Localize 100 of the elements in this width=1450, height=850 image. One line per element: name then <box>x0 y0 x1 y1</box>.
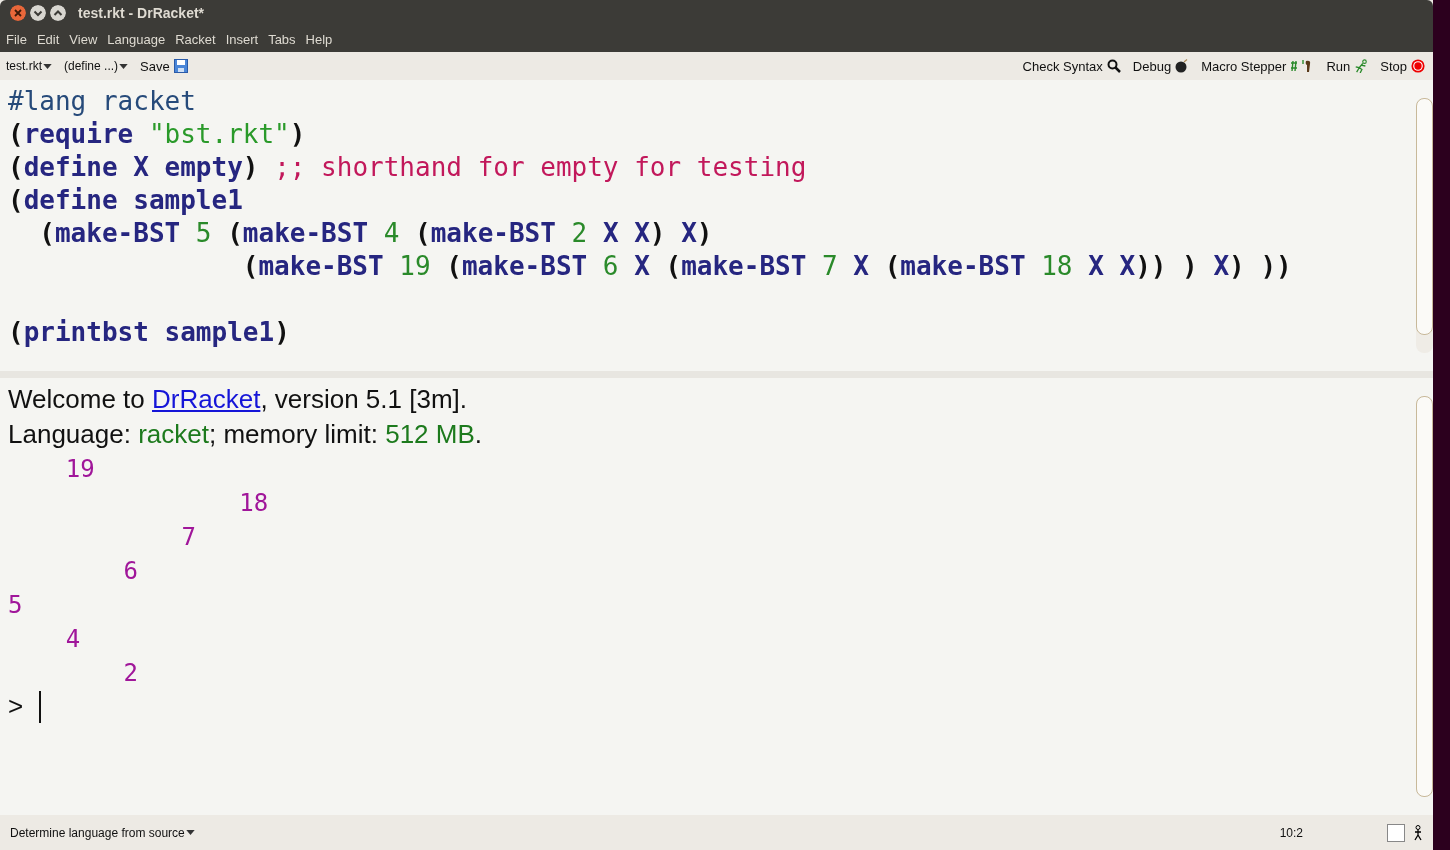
paren-text: ( <box>415 218 431 248</box>
paren-text: ( <box>38 218 55 248</box>
number-literal: 7 <box>822 251 839 281</box>
banner-text: . <box>474 419 483 449</box>
identifier: define <box>23 185 119 215</box>
identifier: empty <box>164 152 243 182</box>
minimize-icon[interactable] <box>30 5 46 21</box>
paren-text: ( <box>665 251 682 281</box>
scrollbar[interactable] <box>1416 396 1433 797</box>
prompt: > <box>8 690 24 723</box>
identifier: X <box>853 251 870 281</box>
caret-icon[interactable] <box>43 63 52 69</box>
language-dropdown[interactable]: Determine language from source <box>10 825 195 840</box>
stick-figure-icon <box>1413 824 1423 841</box>
menu-item[interactable]: Language <box>107 31 166 47</box>
number-literal: 4 <box>383 218 401 248</box>
paren-text: ) <box>649 218 667 248</box>
output-number: 5 <box>8 591 23 619</box>
identifier: sample1 <box>164 317 275 347</box>
identifier: printbst <box>23 317 150 347</box>
lang-line: #lang racket <box>8 86 196 116</box>
close-icon[interactable] <box>10 5 26 21</box>
banner-text: Welcome to <box>8 384 146 414</box>
identifier: sample1 <box>133 185 243 215</box>
output-number: 2 <box>122 659 139 687</box>
identifier: make-BST <box>900 251 1027 281</box>
number-literal: 2 <box>571 218 589 248</box>
paren-text: )) ) <box>1135 251 1199 281</box>
paren-text: ( <box>8 152 24 182</box>
identifier: X <box>133 152 150 182</box>
stop-button[interactable]: Stop <box>1380 58 1425 74</box>
paren-text: ( <box>8 185 24 215</box>
save-button[interactable]: Save <box>140 58 188 74</box>
string-literal: "bst.rkt" <box>148 119 290 149</box>
identifier: X <box>1119 251 1136 281</box>
menu-item[interactable]: Racket <box>175 31 216 47</box>
menu-item[interactable]: File <box>6 31 27 47</box>
paren-text: ( <box>446 251 462 281</box>
macro-stepper-button[interactable]: Macro Stepper <box>1201 58 1315 74</box>
output-number: 6 <box>122 557 139 585</box>
paren-text: ( <box>8 119 24 149</box>
number-literal: 18 <box>1041 251 1074 281</box>
output-number: 7 <box>180 523 196 551</box>
output-number: 18 <box>238 489 269 517</box>
debug-button[interactable]: Debug <box>1132 58 1190 74</box>
identifier: X <box>681 218 697 248</box>
identifier: require <box>23 119 135 149</box>
runner-icon[interactable] <box>1354 59 1369 73</box>
scrollbar[interactable] <box>1416 98 1433 353</box>
identifier: X <box>602 218 620 248</box>
paren-text: ) <box>242 152 260 182</box>
menu-item[interactable]: Help <box>305 31 333 47</box>
number-literal: 6 <box>602 251 620 281</box>
definitions-dropdown[interactable]: (define ...) <box>64 59 129 73</box>
window-title: test.rkt - DrRacket* <box>78 5 205 21</box>
code-comment: ;; shorthand for empty for testing <box>274 152 807 182</box>
identifier: make-BST <box>258 251 385 281</box>
run-button[interactable]: Run <box>1326 58 1369 74</box>
setting-value: racket <box>138 419 209 449</box>
identifier: X <box>634 218 650 248</box>
caret-icon[interactable] <box>119 63 129 69</box>
identifier: make-BST <box>461 251 589 281</box>
output-number: 19 <box>64 455 95 483</box>
menu-item[interactable]: Tabs <box>268 31 296 47</box>
setting-value: 512 MB <box>385 419 475 449</box>
paren-text: ) <box>274 317 290 347</box>
paren-text: ( <box>8 317 24 347</box>
paren-text: ( <box>227 218 243 248</box>
banner-text: ; memory limit: <box>208 419 379 449</box>
identifier: define <box>23 152 119 182</box>
banner-text: , version 5.1 [3m]. <box>260 384 468 414</box>
banner-text: Language: <box>8 419 132 449</box>
check-syntax-button[interactable]: Check Syntax <box>1022 58 1121 74</box>
cursor-position: 10:2 <box>1279 825 1303 840</box>
paren-text: ) )) <box>1229 251 1292 281</box>
identifier: make-BST <box>681 251 808 281</box>
identifier: make-BST <box>430 218 557 248</box>
menu-item[interactable]: Insert <box>225 31 259 47</box>
identifier: X <box>1088 251 1105 281</box>
number-literal: 5 <box>195 218 213 248</box>
paren-text: ( <box>884 251 901 281</box>
identifier: make-BST <box>54 218 182 248</box>
menu-item[interactable]: View <box>69 31 98 47</box>
output-number: 4 <box>64 625 81 653</box>
stop-icon[interactable] <box>1411 59 1425 73</box>
identifier: make-BST <box>242 218 370 248</box>
maximize-icon[interactable] <box>50 5 66 21</box>
identifier: X <box>1213 251 1230 281</box>
status-indicator <box>1387 823 1405 842</box>
menu-item[interactable]: Edit <box>36 31 60 47</box>
bomb-icon[interactable] <box>1175 59 1190 73</box>
text-cursor <box>39 690 41 723</box>
search-icon[interactable] <box>1106 59 1121 73</box>
number-literal: 19 <box>399 251 432 281</box>
file-dropdown[interactable]: test.rkt <box>6 59 52 73</box>
paren-text: ) <box>696 218 713 248</box>
identifier: X <box>634 251 651 281</box>
caret-icon[interactable] <box>185 830 195 835</box>
paren-text: ) <box>289 119 306 149</box>
paren-text: ( <box>241 251 259 281</box>
